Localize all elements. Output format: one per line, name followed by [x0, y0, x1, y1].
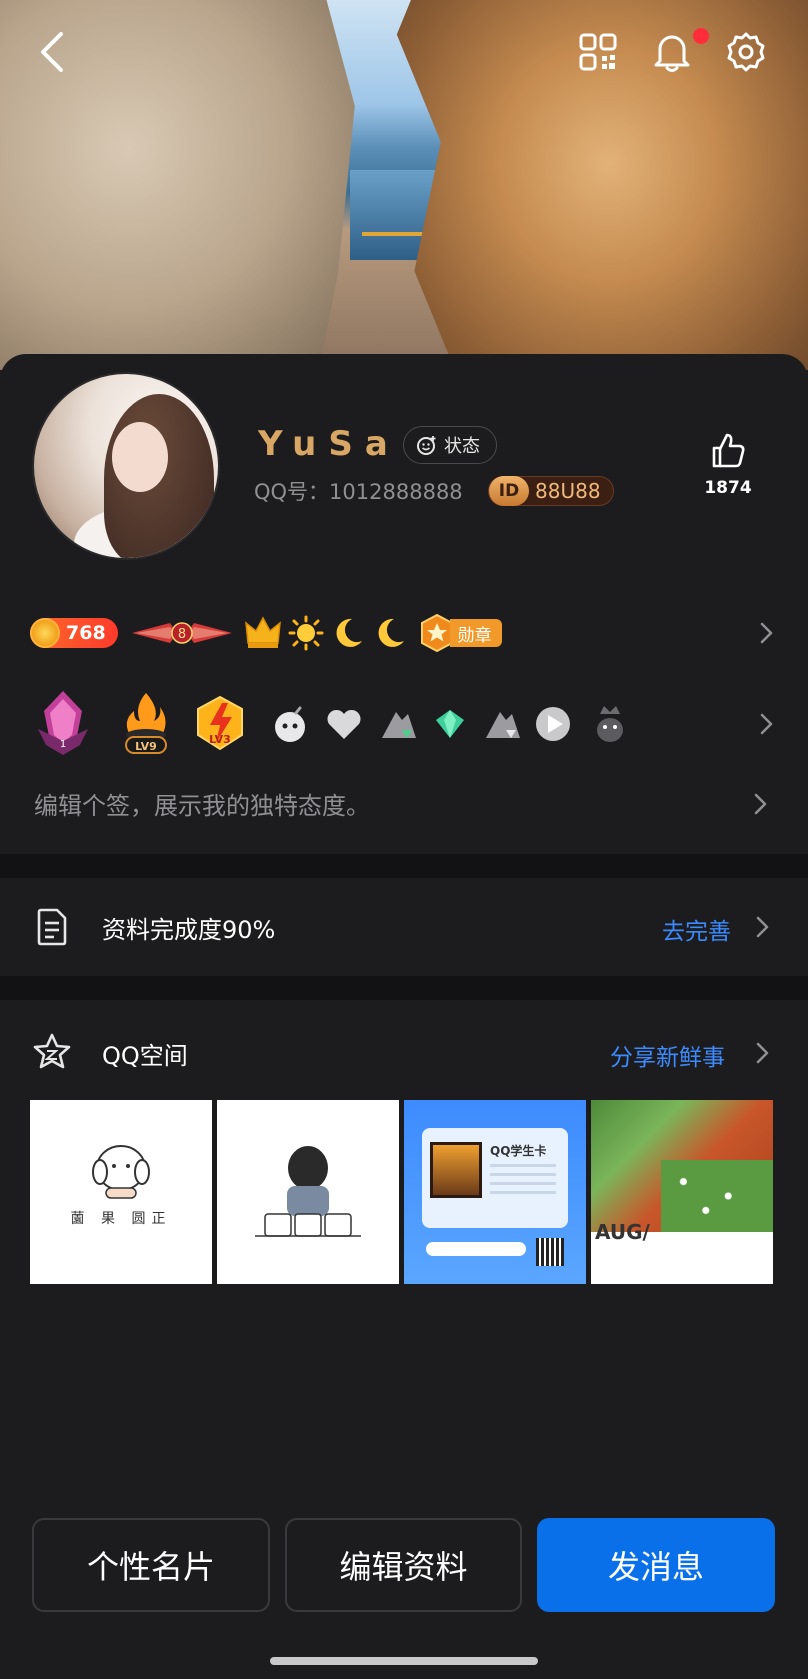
heart-icon	[324, 704, 364, 744]
cartoon-girl-image	[255, 1146, 361, 1237]
qzone-header[interactable]: QQ空间 分享新鲜事	[0, 1000, 808, 1100]
garden-flowers	[661, 1160, 773, 1232]
notification-dot	[693, 28, 709, 44]
back-button[interactable]	[24, 24, 80, 80]
medal-star-icon	[420, 614, 453, 652]
student-card-lines	[490, 1164, 556, 1200]
personal-card-button[interactable]: 个性名片	[32, 1518, 270, 1612]
settings-button[interactable]	[718, 24, 774, 80]
thumbs-up-icon	[712, 433, 745, 468]
nickname: YuSa	[258, 424, 400, 464]
flame-level-icon: LV9	[116, 689, 176, 759]
coin-icon	[30, 618, 60, 648]
avatar[interactable]	[32, 372, 220, 560]
student-card: QQ学生卡	[422, 1128, 568, 1228]
qzone-title: QQ空间	[102, 1042, 188, 1070]
cartoon-dog-image	[92, 1145, 150, 1199]
moon-icon	[330, 615, 366, 651]
lianghao-badge[interactable]: ID 88U88	[488, 476, 614, 506]
chevron-right-icon	[756, 916, 769, 938]
status-button[interactable]: 状态	[403, 426, 497, 464]
bomb-face-icon	[270, 704, 310, 744]
lightning-level-text: LV3	[209, 733, 231, 746]
svg-text:1: 1	[60, 739, 66, 750]
wings-level-text: 8	[178, 627, 186, 642]
qr-code-image	[536, 1238, 564, 1266]
qzone-photos: 薗 果 圆正 QQ学生卡 AUG/	[30, 1100, 778, 1284]
qzone-photo[interactable]	[217, 1100, 399, 1284]
student-card-title: QQ学生卡	[490, 1144, 547, 1158]
photo-caption: AUG/	[595, 1220, 650, 1244]
student-card-footer	[426, 1242, 526, 1256]
send-message-button[interactable]: 发消息	[537, 1518, 775, 1612]
medal-label: 勋章	[449, 619, 502, 647]
chevron-right-icon	[756, 1042, 769, 1064]
badge-row-1[interactable]: 768 8 勋章	[30, 608, 778, 658]
like-button[interactable]: 1874	[700, 432, 756, 498]
qq-penguin-crown-icon	[592, 704, 628, 744]
badge-row-2[interactable]: 1 LV9 LV3	[30, 688, 778, 760]
chevron-right-icon	[760, 622, 773, 644]
top-bar	[0, 0, 808, 110]
document-icon	[37, 908, 67, 946]
sun-icon	[288, 615, 324, 651]
completion-link[interactable]: 去完善	[662, 912, 731, 946]
play-icon	[532, 704, 574, 744]
crown-icon	[244, 615, 282, 651]
home-indicator[interactable]	[270, 1657, 538, 1665]
bell-icon	[654, 35, 690, 72]
section-divider	[0, 854, 808, 878]
completion-row[interactable]: 资料完成度90% 去完善	[0, 878, 808, 976]
moon-icon	[372, 615, 408, 651]
qr-code-icon	[579, 33, 617, 71]
photo-caption: 薗 果 圆正	[70, 1211, 172, 1227]
qq-number[interactable]: QQ号：1012888888	[254, 476, 463, 506]
lianghao-number: 88U88	[535, 479, 601, 503]
coin-count: 768	[66, 622, 106, 644]
mountain-gem-icon	[482, 704, 524, 744]
qzone-star-icon	[33, 1033, 71, 1069]
back-arrow-icon	[41, 32, 63, 72]
wings-level-icon: 8	[131, 622, 232, 644]
qzone-photo[interactable]: 薗 果 圆正	[30, 1100, 212, 1284]
like-count: 1874	[704, 478, 752, 498]
flame-level-text: LV9	[135, 740, 157, 753]
edit-profile-button[interactable]: 编辑资料	[285, 1518, 522, 1612]
id-badge-icon: ID	[489, 476, 529, 506]
chevron-right-icon	[760, 713, 773, 735]
student-card-photo	[430, 1142, 482, 1198]
notification-button[interactable]	[644, 24, 700, 80]
smile-plus-icon	[417, 436, 436, 455]
lightning-level-icon: LV3	[192, 693, 248, 755]
signature-prompt[interactable]: 编辑个签，展示我的独特态度。	[34, 786, 370, 821]
qzone-share-link[interactable]: 分享新鲜事	[610, 1038, 725, 1072]
green-diamond-icon	[432, 706, 468, 742]
qzone-photo[interactable]: QQ学生卡	[404, 1100, 586, 1284]
qzone-photo[interactable]: AUG/	[591, 1100, 773, 1284]
status-label: 状态	[444, 436, 480, 457]
qr-code-button[interactable]	[570, 24, 626, 80]
section-divider	[0, 976, 808, 1000]
chevron-right-icon[interactable]	[748, 792, 772, 816]
coin-badge: 768	[30, 618, 118, 648]
avatar-face	[112, 422, 168, 492]
mountain-gem-icon	[378, 704, 420, 744]
medal-badge: 勋章	[420, 614, 502, 652]
gear-icon	[727, 32, 765, 72]
completion-label: 资料完成度90%	[102, 916, 276, 944]
diamond-rank-icon: 1	[30, 689, 96, 759]
